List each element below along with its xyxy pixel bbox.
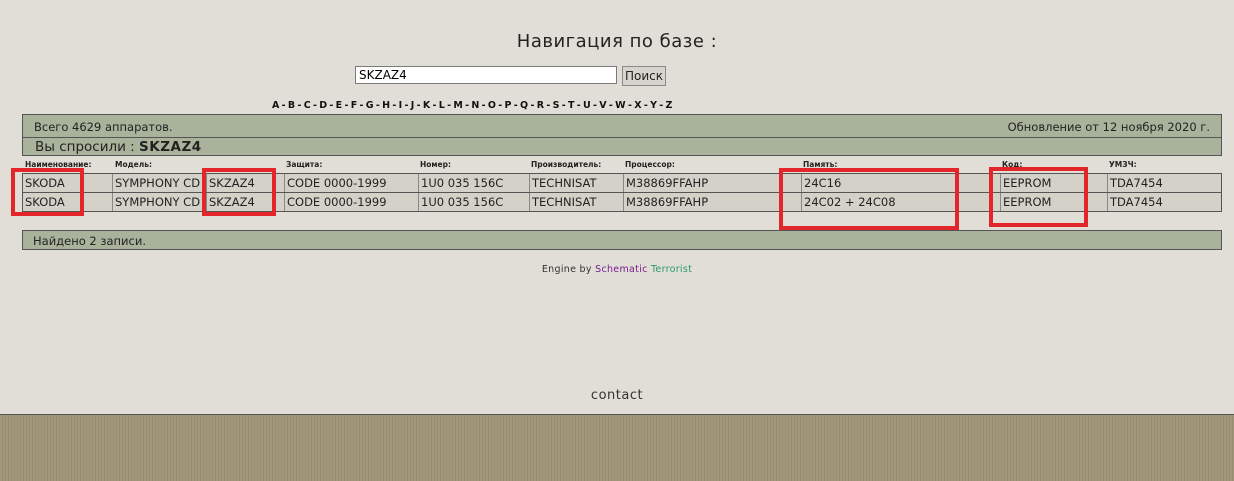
cell-code: EEPROM (1000, 193, 1107, 211)
search-input[interactable] (355, 66, 617, 84)
query-label: Вы спросили : (35, 139, 135, 155)
letter-link-q[interactable]: Q (520, 100, 528, 111)
letter-link-l[interactable]: L (439, 100, 445, 111)
letter-link-v[interactable]: V (599, 100, 607, 111)
letter-link-e[interactable]: E (336, 100, 343, 111)
cell-number: 1U0 035 156C (418, 193, 529, 211)
summary-bar: Всего 4629 аппаратов. Обновление от 12 н… (22, 114, 1222, 137)
cell-model-code: SKZAZ4 (206, 193, 284, 211)
cell-model: SYMPHONY CD (112, 174, 206, 192)
letter-link-s[interactable]: S (553, 100, 560, 111)
column-header-manufacturer: Производитель: (531, 160, 602, 169)
cell-manufacturer: TECHNISAT (529, 193, 623, 211)
letter-link-b[interactable]: B (288, 100, 296, 111)
cell-code: EEPROM (1000, 174, 1107, 192)
cell-name: SKODA (25, 176, 65, 190)
cell-memory: 24C02 + 24C08 (801, 193, 1000, 211)
letter-link-a[interactable]: A (272, 100, 280, 111)
cell-protection: CODE 0000-1999 (284, 174, 418, 192)
column-header-protection: Защита: (286, 160, 323, 169)
letter-link-i[interactable]: I (399, 100, 403, 111)
column-header-memory: Память: (803, 160, 838, 169)
letter-link-k[interactable]: K (423, 100, 431, 111)
engine-prefix: Engine by (541, 264, 592, 275)
letter-link-t[interactable]: T (568, 100, 575, 111)
letter-link-h[interactable]: H (382, 100, 390, 111)
letter-link-o[interactable]: O (488, 100, 496, 111)
column-header-model: Модель: (115, 160, 152, 169)
letter-link-m[interactable]: M (453, 100, 463, 111)
cell-model-code: SKZAZ4 (206, 174, 284, 192)
engine-link-terrorist[interactable]: Terrorist (651, 264, 692, 275)
cell-name: SKODA (25, 195, 65, 209)
footer-band (0, 414, 1234, 481)
cell-number: 1U0 035 156C (418, 174, 529, 192)
letter-link-d[interactable]: D (319, 100, 327, 111)
cell-amp: TDA7454 (1107, 193, 1221, 211)
column-header-name: Наименование: (25, 160, 92, 169)
column-header-processor: Процессор: (625, 160, 675, 169)
letter-link-y[interactable]: Y (650, 100, 657, 111)
table-row: SKODA SYMPHONY CD SKZAZ4 CODE 0000-1999 … (22, 173, 1222, 193)
results-count: Найдено 2 записи. (33, 234, 146, 248)
search-button[interactable]: Поиск (622, 66, 666, 86)
engine-credit: Engine by Schematic Terrorist (0, 264, 1234, 275)
cell-processor: M38869FFAHP (623, 174, 801, 192)
alphabet-nav: A-B-C-D-E-F-G-H-I-J-K-L-M-N-O-P-Q-R-S-T-… (272, 100, 673, 111)
update-date: Обновление от 12 ноября 2020 г. (1007, 120, 1210, 134)
engine-link-schematic[interactable]: Schematic (595, 264, 647, 275)
letter-link-c[interactable]: C (304, 100, 311, 111)
total-count: Всего 4629 аппаратов. (34, 120, 173, 134)
table-row: SKODA SYMPHONY CD SKZAZ4 CODE 0000-1999 … (22, 193, 1222, 212)
cell-processor: M38869FFAHP (623, 193, 801, 211)
cell-manufacturer: TECHNISAT (529, 174, 623, 192)
cell-amp: TDA7454 (1107, 174, 1221, 192)
letter-link-f[interactable]: F (351, 100, 358, 111)
letter-link-w[interactable]: W (615, 100, 626, 111)
query-echo: Вы спросили : SKZAZ4 (35, 139, 202, 155)
letter-link-x[interactable]: X (634, 100, 642, 111)
letter-link-g[interactable]: G (366, 100, 374, 111)
page-title: Навигация по базе : (516, 31, 718, 52)
query-value: SKZAZ4 (139, 139, 202, 155)
letter-link-z[interactable]: Z (666, 100, 673, 111)
contact-link[interactable]: contact (0, 388, 1234, 403)
letter-link-r[interactable]: R (537, 100, 545, 111)
column-header-code: Код: (1002, 160, 1023, 169)
cell-memory: 24C16 (801, 174, 1000, 192)
letter-link-p[interactable]: P (505, 100, 512, 111)
column-header-number: Номер: (420, 160, 452, 169)
letter-link-u[interactable]: U (583, 100, 591, 111)
letter-link-j[interactable]: J (411, 100, 415, 111)
query-bar: Вы спросили : SKZAZ4 (22, 137, 1222, 156)
cell-protection: CODE 0000-1999 (284, 193, 418, 211)
column-header-amp: УМЗЧ: (1109, 160, 1137, 169)
letter-link-n[interactable]: N (471, 100, 479, 111)
results-count-bar: Найдено 2 записи. (22, 230, 1222, 250)
cell-model: SYMPHONY CD (112, 193, 206, 211)
